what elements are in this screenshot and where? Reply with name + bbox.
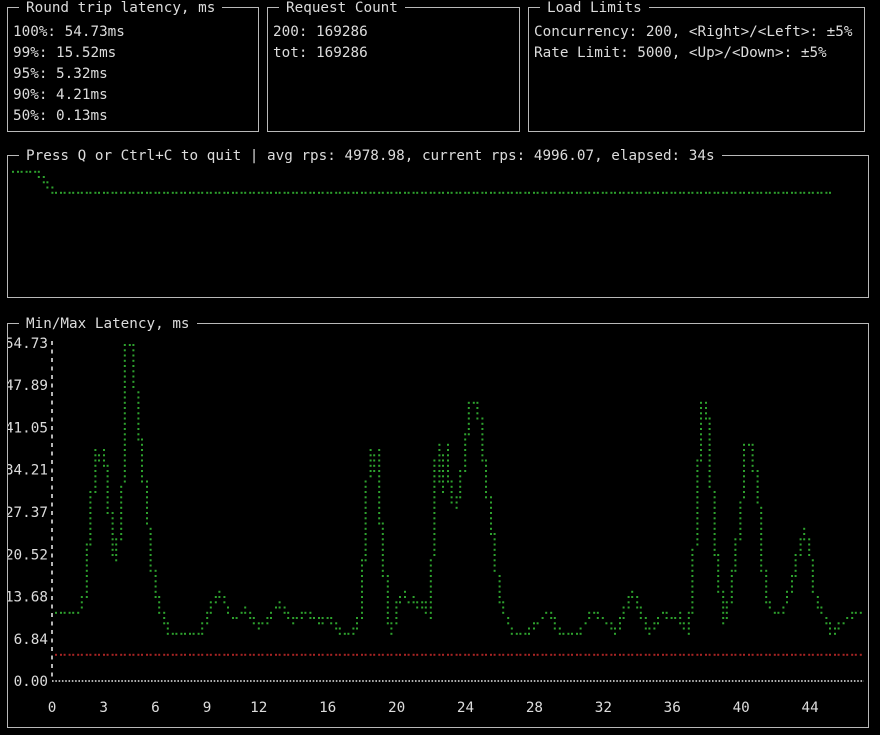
minmax-latency-chart: 54.73 47.89 41.05 34.21 27.37 20.52 13.68 6.84 0… [8,336,864,716]
panel-title: Load Limits [540,0,649,18]
y-tick-label: 54.73 [8,336,48,352]
rps-sparkline-chart [12,170,831,194]
x-tick-label: 44 [802,700,819,716]
load-limits-list: Concurrency: 200, <Right>/<Left>: ±5% Ra… [534,22,863,64]
y-tick-label: 47.89 [8,378,48,394]
percentile-row: 100%: 54.73ms [13,24,125,40]
max-latency-series-dots [55,344,862,635]
latency-percentiles-list: 100%: 54.73ms 99%: 15.52ms 95%: 5.32ms 9… [13,22,257,127]
load-limit-row: Rate Limit: 5000, <Up>/<Down>: ±5% [534,45,827,61]
y-tick-label: 13.68 [8,590,48,606]
x-tick-label: 0 [48,700,57,716]
y-tick-label: 27.37 [8,505,48,521]
min-latency-series-dots [55,653,862,656]
x-tick-label: 3 [99,700,108,716]
percentile-row: 50%: 0.13ms [13,108,108,124]
panel-title: Request Count [279,0,405,18]
x-tick-label: 28 [526,700,543,716]
x-tick-label: 12 [250,700,267,716]
x-tick-label: 20 [388,700,405,716]
round-trip-latency-panel: Round trip latency, ms 100%: 54.73ms 99%… [7,0,259,132]
y-tick-label: 6.84 [14,632,48,648]
panel-title: Round trip latency, ms [19,0,223,18]
y-tick-label: 20.52 [8,547,48,563]
request-count-row: tot: 169286 [273,45,368,61]
rps-series-dots [12,170,831,194]
percentile-row: 99%: 15.52ms [13,45,117,61]
request-count-row: 200: 169286 [273,24,368,40]
x-tick-label: 6 [151,700,160,716]
request-count-list: 200: 169286 tot: 169286 [273,22,518,64]
x-tick-label: 32 [595,700,612,716]
request-count-panel: Request Count 200: 169286 tot: 169286 [267,0,520,132]
x-tick-label: 16 [319,700,336,716]
x-tick-label: 24 [457,700,474,716]
percentile-row: 95%: 5.32ms [13,66,108,82]
percentile-row: 90%: 4.21ms [13,87,108,103]
x-tick-label: 40 [733,700,750,716]
load-limit-row: Concurrency: 200, <Right>/<Left>: ±5% [534,24,853,40]
x-tick-label: 9 [203,700,212,716]
y-tick-label: 41.05 [8,420,48,436]
y-tick-label: 0.00 [14,674,48,690]
minmax-latency-panel: Min/Max Latency, ms 54.73 47.89 41.05 34.21… [7,314,869,728]
load-limits-panel: Load Limits Concurrency: 200, <Right>/<L… [528,0,865,132]
terminal-screen: { "colors": { "background": "#000000", "… [0,0,880,735]
x-tick-label: 36 [664,700,681,716]
status-panel: Press Q or Ctrl+C to quit | avg rps: 497… [7,146,869,298]
y-tick-label: 34.21 [8,463,48,479]
